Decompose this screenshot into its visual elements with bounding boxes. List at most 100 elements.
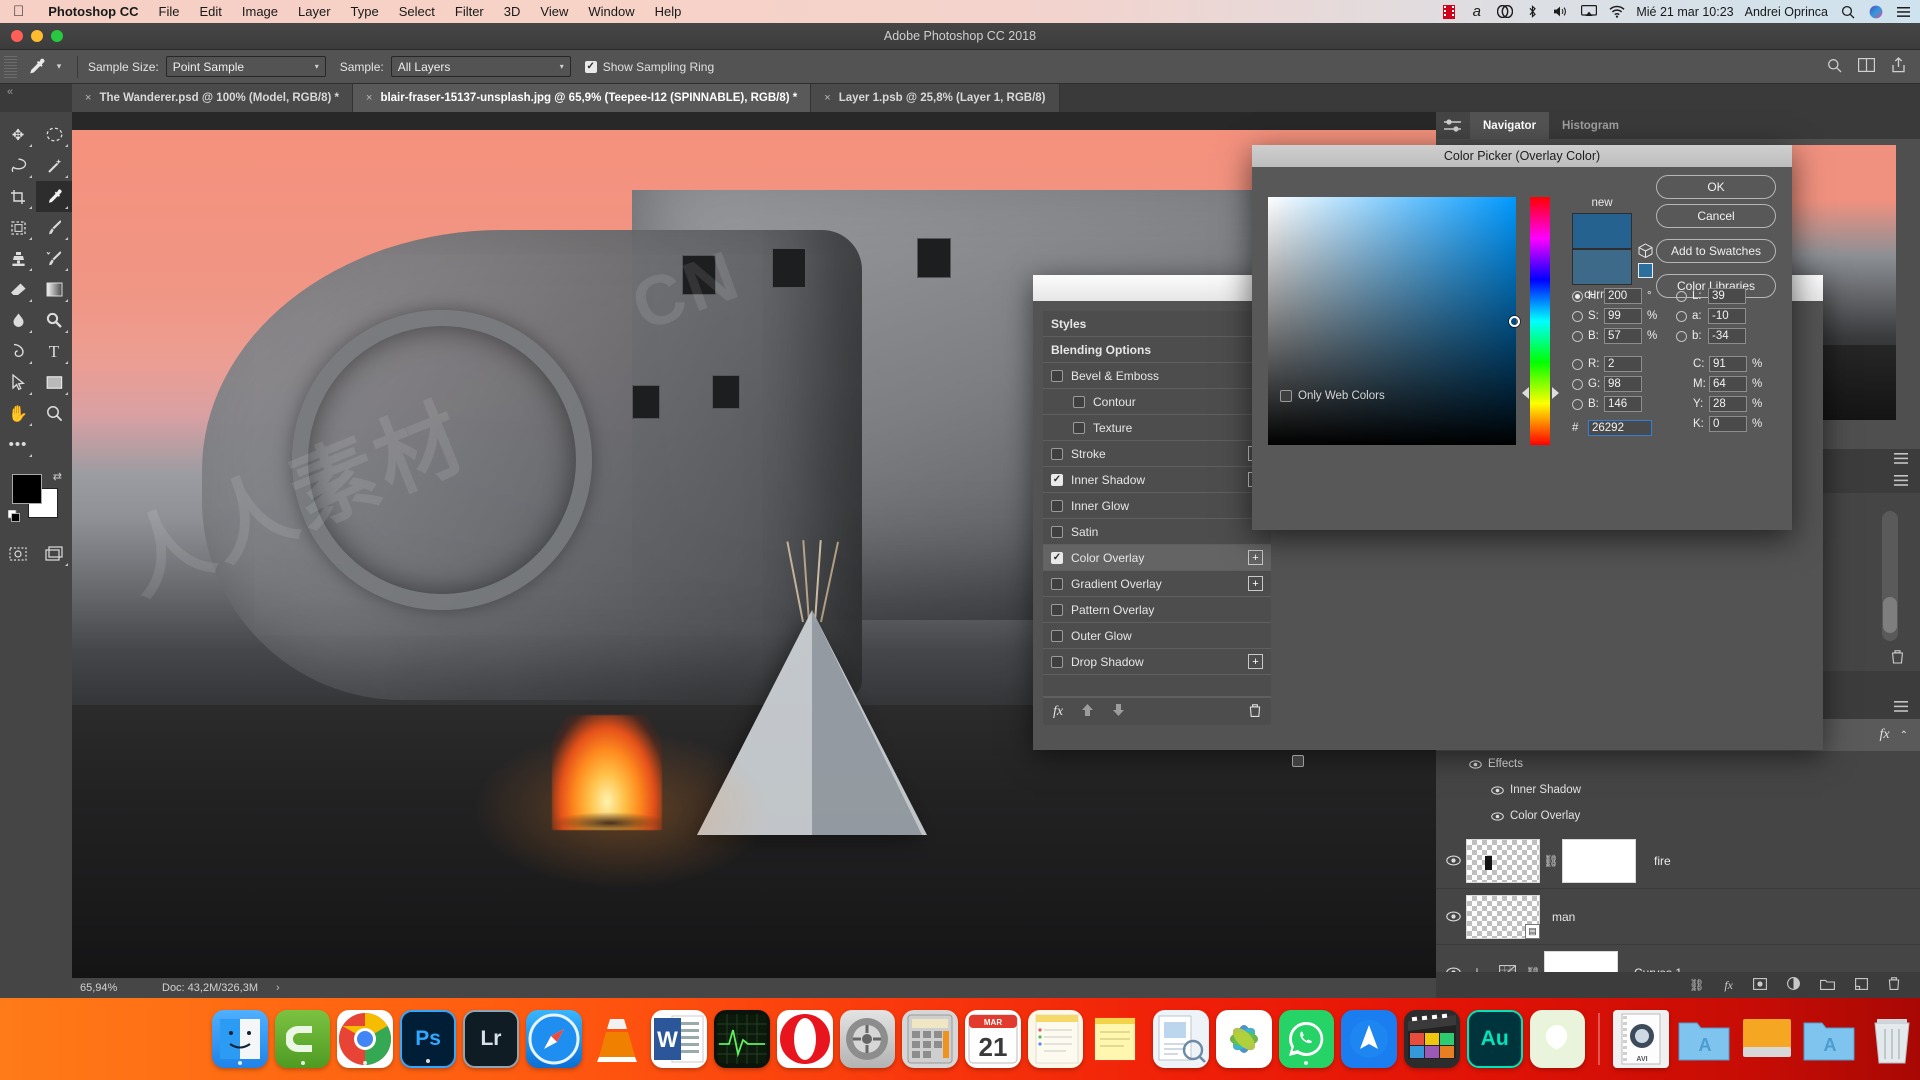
tab-navigator[interactable]: Navigator xyxy=(1470,112,1549,139)
blur-tool[interactable] xyxy=(0,305,36,336)
dock-icon-system-preferences[interactable] xyxy=(840,1010,896,1068)
add-layer-style-icon[interactable]: fx xyxy=(1724,978,1733,993)
ls-item-blending-options[interactable]: Blending Options xyxy=(1043,337,1271,363)
layer-thumbnail[interactable]: ▤ xyxy=(1466,895,1540,939)
gradient-tool[interactable] xyxy=(36,274,72,305)
menubar-datetime[interactable]: Mié 21 mar 10:23 xyxy=(1636,5,1733,19)
ls-checkbox[interactable] xyxy=(1051,370,1063,382)
panel-menu-icon[interactable] xyxy=(1894,701,1908,715)
lab-l-input[interactable]: 39 xyxy=(1708,288,1746,304)
dock-icon-evernote[interactable] xyxy=(1530,1010,1586,1068)
cyan-input[interactable]: 91 xyxy=(1709,356,1747,372)
move-up-icon[interactable] xyxy=(1081,703,1094,720)
ls-checkbox[interactable] xyxy=(1051,630,1063,642)
show-sampling-ring-checkbox[interactable]: Show Sampling Ring xyxy=(585,60,714,74)
field-brightness[interactable]: B: 57 % xyxy=(1572,327,1659,345)
field-black[interactable]: K: 0 % xyxy=(1693,415,1764,433)
cancel-button[interactable]: Cancel xyxy=(1656,204,1776,228)
eyedropper-icon[interactable] xyxy=(21,54,51,80)
document-tab-blair-fraser[interactable]: × blair-fraser-15137-unsplash.jpg @ 65,9… xyxy=(353,84,811,112)
field-hex[interactable]: # 26292 xyxy=(1572,419,1652,437)
lab-b-input[interactable]: -34 xyxy=(1708,328,1746,344)
only-web-colors-checkbox[interactable]: Only Web Colors xyxy=(1280,390,1385,402)
options-bar-grip[interactable] xyxy=(4,56,17,78)
menubar-user[interactable]: Andrei Oprinca xyxy=(1745,5,1828,19)
hue-input[interactable]: 200 xyxy=(1604,288,1642,304)
pen-tool[interactable] xyxy=(0,336,36,367)
share-icon[interactable] xyxy=(1891,57,1906,76)
add-to-swatches-button[interactable]: Add to Swatches xyxy=(1656,239,1776,263)
rectangle-tool[interactable] xyxy=(36,367,72,398)
apple-icon[interactable]:  xyxy=(13,4,24,19)
field-saturation[interactable]: S: 99 % xyxy=(1572,307,1659,325)
dock-icon-calendar[interactable]: MAR21 xyxy=(965,1010,1021,1068)
dock-icon-vlc[interactable] xyxy=(589,1010,645,1068)
ls-item-inner-glow[interactable]: Inner Glow xyxy=(1043,493,1271,519)
ls-checkbox[interactable] xyxy=(1051,578,1063,590)
radio-lab-l[interactable] xyxy=(1676,291,1687,302)
menu-3d[interactable]: 3D xyxy=(494,4,531,19)
scrollbar-thumb[interactable] xyxy=(1883,597,1897,633)
fx-icon[interactable]: fx xyxy=(1053,704,1063,720)
dock-icon-chrome[interactable] xyxy=(337,1010,393,1068)
menu-filter[interactable]: Filter xyxy=(445,4,494,19)
field-red[interactable]: R: 2 xyxy=(1572,355,1659,373)
field-blue[interactable]: B: 146 xyxy=(1572,395,1659,413)
sv-cursor-ring[interactable] xyxy=(1509,316,1520,327)
add-effect-icon[interactable]: + xyxy=(1248,550,1263,565)
saturation-input[interactable]: 99 xyxy=(1604,308,1642,324)
ls-item-satin[interactable]: Satin xyxy=(1043,519,1271,545)
panel-menu-icon[interactable] xyxy=(1894,475,1908,489)
field-green[interactable]: G: 98 xyxy=(1572,375,1659,393)
radio-saturation[interactable] xyxy=(1572,311,1583,322)
add-effect-icon[interactable]: + xyxy=(1248,576,1263,591)
dock-icon-spark-mail[interactable] xyxy=(1341,1010,1397,1068)
dock-icon-finder[interactable] xyxy=(212,1010,268,1068)
film-strip-icon[interactable] xyxy=(1440,5,1457,19)
dock-icon-activity-monitor[interactable] xyxy=(714,1010,770,1068)
dock-icon-whatsapp[interactable] xyxy=(1279,1010,1335,1068)
zoom-tool[interactable] xyxy=(36,398,72,429)
dock-icon-quicktime-avi-file[interactable]: AVI xyxy=(1613,1010,1669,1068)
menu-window[interactable]: Window xyxy=(578,4,644,19)
saturation-value-field[interactable] xyxy=(1268,197,1516,445)
ls-checkbox[interactable] xyxy=(1073,422,1085,434)
dock-icon-calculator[interactable] xyxy=(902,1010,958,1068)
menu-help[interactable]: Help xyxy=(645,4,692,19)
chevron-up-icon[interactable]: ⌃ xyxy=(1900,730,1908,741)
field-yellow[interactable]: Y: 28 % xyxy=(1693,395,1764,413)
ls-checkbox[interactable] xyxy=(1051,604,1063,616)
eraser-tool[interactable] xyxy=(0,274,36,305)
sample-size-select[interactable]: Point Sample ▾ xyxy=(166,56,326,77)
radio-red[interactable] xyxy=(1572,359,1583,370)
spotlight-search-icon[interactable] xyxy=(1839,5,1856,19)
layer-name[interactable]: man xyxy=(1552,910,1575,924)
effects-visibility-icon[interactable] xyxy=(1462,760,1488,769)
panel-scrollbar[interactable] xyxy=(1882,511,1898,641)
path-selection-tool[interactable] xyxy=(0,367,36,398)
dock-icon-audition[interactable]: Au xyxy=(1467,1010,1523,1068)
field-cyan[interactable]: C: 91 % xyxy=(1693,355,1764,373)
new-layer-icon[interactable] xyxy=(1855,978,1868,993)
notification-center-icon[interactable] xyxy=(1895,5,1912,19)
clone-stamp-tool[interactable] xyxy=(0,243,36,274)
status-chevron-icon[interactable]: › xyxy=(276,982,280,994)
fx-icon[interactable]: fx xyxy=(1880,727,1890,743)
ls-item-color-overlay[interactable]: Color Overlay + xyxy=(1043,545,1271,571)
add-layer-mask-icon[interactable] xyxy=(1753,978,1767,993)
ls-item-gradient-overlay[interactable]: Gradient Overlay + xyxy=(1043,571,1271,597)
layer-mask-thumbnail[interactable] xyxy=(1562,839,1636,883)
quick-mask-icon[interactable] xyxy=(0,538,36,569)
red-input[interactable]: 2 xyxy=(1604,356,1642,372)
close-icon[interactable]: × xyxy=(366,92,372,104)
type-tool[interactable]: T xyxy=(36,336,72,367)
ls-preview-checkbox[interactable] xyxy=(1292,755,1306,769)
lasso-tool[interactable] xyxy=(0,150,36,181)
ls-checkbox[interactable] xyxy=(1051,500,1063,512)
zoom-level[interactable]: 65,94% xyxy=(72,982,152,994)
ls-item-drop-shadow[interactable]: Drop Shadow + xyxy=(1043,649,1271,675)
ls-checkbox[interactable] xyxy=(1051,474,1063,486)
frame-tool[interactable] xyxy=(0,212,36,243)
black-input[interactable]: 0 xyxy=(1709,416,1747,432)
hue-pointer-left-icon[interactable] xyxy=(1522,387,1529,399)
